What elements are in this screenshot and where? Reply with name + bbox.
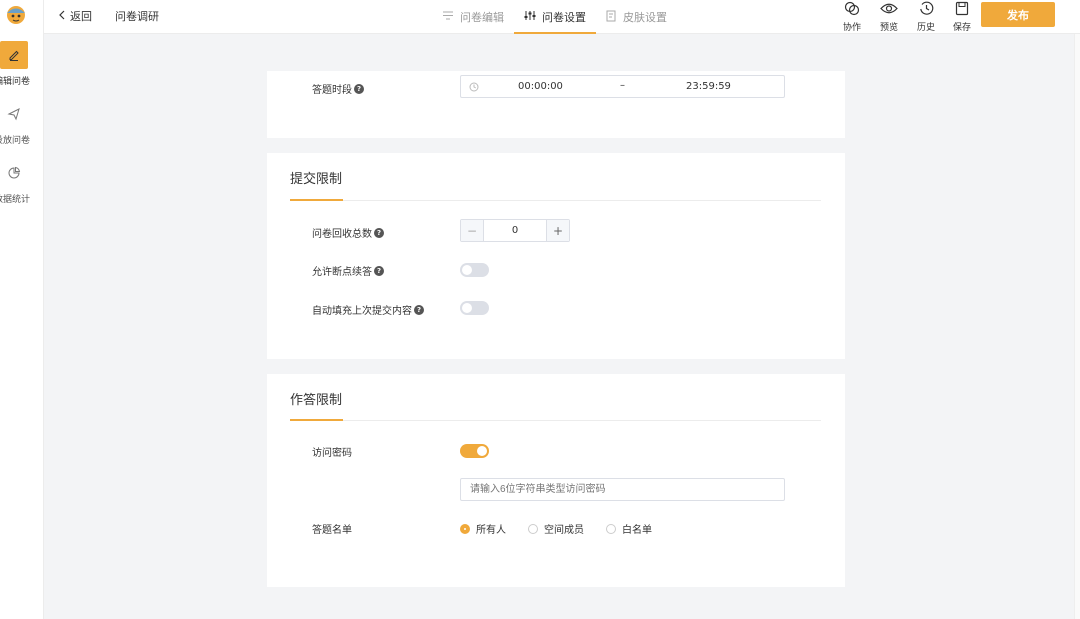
label-text: 自动填充上次提交内容	[312, 306, 412, 317]
tool-label: 预览	[879, 23, 898, 33]
divider	[290, 200, 821, 201]
clock-icon	[469, 82, 479, 95]
publish-button[interactable]: 发布	[981, 2, 1055, 27]
radio-label: 白名单	[622, 525, 652, 536]
page-title: 问卷调研	[115, 10, 159, 23]
sidebar-item-label: 投放问卷	[0, 136, 31, 146]
tab-label: 问卷编辑	[460, 11, 504, 24]
radio-label: 所有人	[476, 525, 506, 536]
radio-space-members[interactable]: 空间成员	[528, 521, 584, 536]
submit-limit-card: 提交限制 问卷回收总数 ? − 0 + 允许断点续答 ? 自动填充上次提交内容 …	[267, 153, 845, 359]
password-input[interactable]	[460, 478, 785, 501]
radio-everyone[interactable]: 所有人	[460, 521, 506, 536]
left-sidebar: 编辑问卷 投放问卷 数据统计	[0, 0, 44, 619]
preview-button[interactable]: 预览	[876, 1, 902, 33]
decrement-button[interactable]: −	[461, 220, 484, 241]
increment-button[interactable]: +	[546, 220, 569, 241]
sidebar-item-edit[interactable]: 编辑问卷	[0, 41, 44, 87]
password-label: 访问密码	[312, 444, 352, 459]
eye-icon	[880, 1, 898, 19]
title-underline	[290, 419, 343, 421]
label-text: 访问密码	[312, 448, 352, 459]
time-card: 答题时段 ? 00:00:00 – 23:59:59	[267, 71, 845, 138]
sidebar-item-stats[interactable]: 数据统计	[0, 159, 44, 205]
help-icon[interactable]: ?	[374, 227, 384, 238]
logo-icon	[7, 6, 25, 24]
help-icon[interactable]: ?	[414, 304, 424, 315]
total-limit-label: 问卷回收总数 ?	[312, 225, 384, 240]
tab-skin-settings[interactable]: 皮肤设置	[596, 0, 677, 34]
save-icon	[955, 1, 969, 19]
answer-limit-card: 作答限制 访问密码 答题名单 所有人 空间成员 白名单	[267, 374, 845, 587]
scrollbar[interactable]	[1074, 34, 1080, 619]
tool-label: 历史	[916, 23, 935, 33]
help-icon[interactable]: ?	[354, 83, 364, 94]
stepper-value[interactable]: 0	[484, 220, 546, 241]
help-icon[interactable]: ?	[374, 265, 384, 276]
back-button[interactable]: 返回	[58, 8, 92, 24]
title-underline	[290, 199, 343, 201]
top-bar: 返回 问卷调研 问卷编辑 问卷设置 皮肤设置 协作 预览 历史 保存 发布	[44, 0, 1080, 34]
tab-label: 皮肤设置	[623, 11, 667, 24]
divider	[290, 420, 821, 421]
start-time[interactable]: 00:00:00	[518, 81, 563, 92]
password-toggle[interactable]	[460, 444, 489, 458]
sidebar-item-distribute[interactable]: 投放问卷	[0, 100, 44, 146]
radio-dot[interactable]	[606, 523, 616, 534]
tab-label: 问卷设置	[542, 11, 586, 24]
end-time[interactable]: 23:59:59	[686, 81, 731, 92]
radio-whitelist[interactable]: 白名单	[606, 521, 652, 536]
section-title: 作答限制	[290, 393, 343, 408]
skin-icon	[606, 10, 617, 25]
link-icon	[844, 1, 860, 19]
radio-dot[interactable]	[460, 523, 470, 534]
collaborate-button[interactable]: 协作	[839, 1, 865, 33]
answer-list-label: 答题名单	[312, 521, 352, 536]
sliders-icon	[524, 10, 536, 24]
tab-survey-settings[interactable]: 问卷设置	[514, 0, 596, 34]
sidebar-item-label: 编辑问卷	[0, 77, 31, 87]
total-limit-stepper[interactable]: − 0 +	[460, 219, 570, 242]
autofill-label: 自动填充上次提交内容 ?	[312, 302, 424, 317]
range-separator: –	[620, 80, 625, 91]
answer-list-radio-group: 所有人 空间成员 白名单	[460, 521, 652, 536]
time-range-label: 答题时段 ?	[312, 81, 364, 96]
label-text: 答题名单	[312, 525, 352, 536]
main-content: 答题时段 ? 00:00:00 – 23:59:59 提交限制 问卷回收总数 ?…	[44, 34, 1074, 619]
label-text: 问卷回收总数	[312, 229, 372, 240]
label-text: 允许断点续答	[312, 267, 372, 278]
pie-chart-icon	[0, 159, 28, 187]
resume-toggle[interactable]	[460, 263, 489, 277]
history-icon	[919, 1, 934, 19]
tool-label: 保存	[952, 23, 971, 33]
radio-dot[interactable]	[528, 523, 538, 534]
section-title: 提交限制	[290, 172, 343, 187]
resume-label: 允许断点续答 ?	[312, 263, 384, 278]
tool-label: 协作	[842, 23, 861, 33]
tab-survey-edit[interactable]: 问卷编辑	[432, 0, 514, 34]
pencil-icon	[0, 41, 28, 69]
chevron-left-icon	[58, 10, 66, 23]
time-range-picker[interactable]: 00:00:00 – 23:59:59	[460, 75, 785, 98]
send-icon	[0, 100, 28, 128]
edit-list-icon	[442, 10, 454, 24]
tab-bar: 问卷编辑 问卷设置 皮肤设置	[432, 0, 677, 34]
back-label: 返回	[70, 10, 92, 23]
save-button[interactable]: 保存	[949, 1, 975, 33]
sidebar-item-label: 数据统计	[0, 195, 31, 205]
history-button[interactable]: 历史	[913, 1, 939, 33]
autofill-toggle[interactable]	[460, 301, 489, 315]
label-text: 答题时段	[312, 85, 352, 96]
radio-label: 空间成员	[544, 525, 584, 536]
